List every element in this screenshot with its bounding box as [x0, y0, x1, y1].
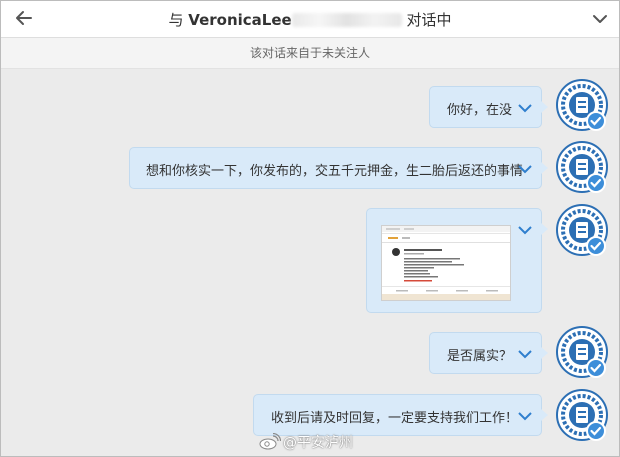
username: VeronicaLee: [188, 11, 292, 29]
weibo-logo-icon: [259, 432, 282, 450]
police-emblem-icon: [556, 389, 608, 441]
weibo-watermark: @平安泸州: [259, 432, 353, 452]
police-emblem-icon: [556, 326, 608, 378]
chat-title: 与 VeronicaLee 对话中: [1, 9, 619, 30]
bubble-tail: [541, 223, 548, 235]
title-prefix: 与: [168, 11, 189, 29]
avatar[interactable]: [556, 204, 608, 256]
avatar[interactable]: [556, 389, 608, 441]
message-text: 想和你核实一下，你发布的，交五千元押金，生二胎后返还的事情: [146, 164, 524, 179]
chevron-down-icon[interactable]: [518, 164, 532, 174]
message-bubble[interactable]: 收到后请及时回复，一定要支持我们工作！: [253, 394, 548, 436]
post-screenshot-image: [382, 226, 510, 300]
bubble-tail: [541, 101, 548, 113]
chevron-down-icon[interactable]: [518, 225, 532, 235]
message-text: 是否属实？: [447, 349, 513, 364]
bubble-tail: [541, 162, 548, 174]
avatar[interactable]: [556, 141, 608, 193]
chevron-down-icon[interactable]: [518, 411, 532, 421]
chat-header: 与 VeronicaLee 对话中: [1, 1, 619, 38]
message-text: 你好，在没: [447, 103, 513, 118]
chevron-down-icon[interactable]: [518, 103, 532, 113]
message-bubble-image[interactable]: [366, 208, 548, 313]
chevron-down-icon[interactable]: [518, 349, 532, 359]
username-blurred: [291, 13, 402, 27]
message-bubble[interactable]: 你好，在没: [429, 86, 548, 128]
bubble-tail: [541, 409, 548, 421]
watermark-text: @平安泸州: [283, 435, 353, 451]
police-emblem-icon: [556, 79, 608, 131]
title-suffix: 对话中: [401, 11, 452, 29]
stranger-notice: 该对话来自于未关注人: [1, 38, 619, 69]
message-bubble[interactable]: 想和你核实一下，你发布的，交五千元押金，生二胎后返还的事情: [129, 147, 548, 189]
chat-window: 与 VeronicaLee 对话中 该对话来自于未关注人 你好，在没 想和你核实…: [0, 0, 620, 457]
screenshot-of-weibo-post[interactable]: [381, 225, 511, 301]
message-bubble[interactable]: 是否属实？: [429, 332, 548, 374]
police-emblem-icon: [556, 204, 608, 256]
message-text: 收到后请及时回复，一定要支持我们工作！: [271, 411, 519, 426]
avatar[interactable]: [556, 79, 608, 131]
chevron-down-icon[interactable]: [591, 10, 609, 28]
police-emblem-icon: [556, 141, 608, 193]
avatar[interactable]: [556, 326, 608, 378]
bubble-tail: [541, 347, 548, 359]
